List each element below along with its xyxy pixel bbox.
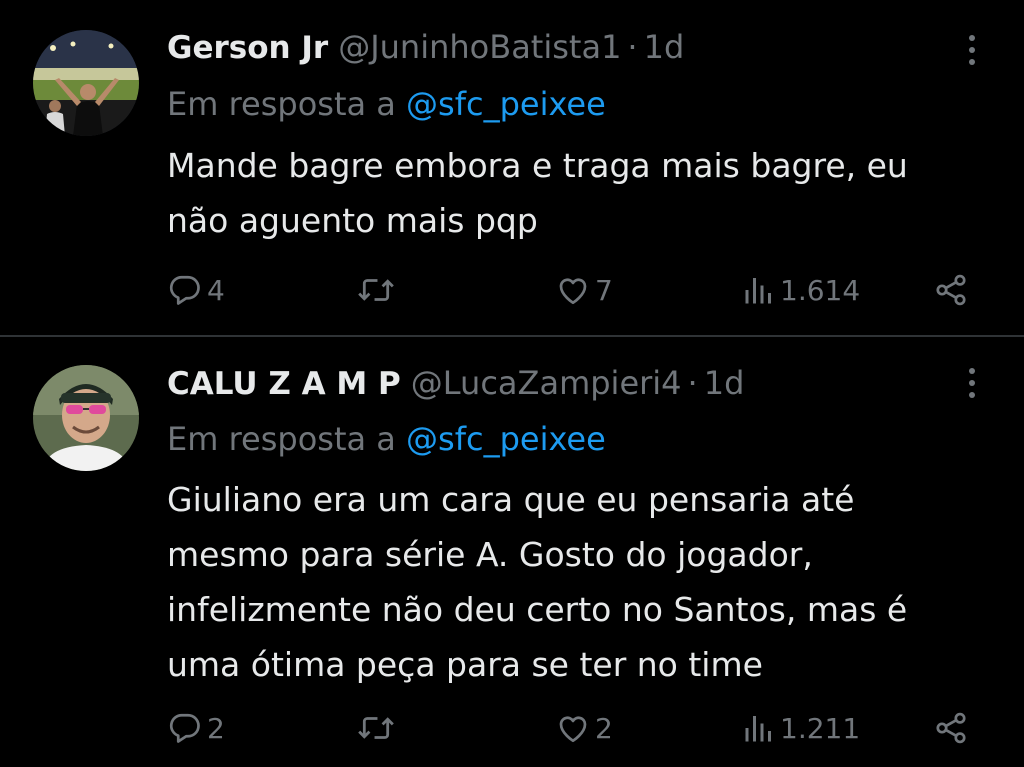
tweet-text-line: Mande bagre embora e traga mais bagre, e… — [167, 146, 908, 185]
stadium-avatar-icon — [33, 30, 139, 136]
reply-context: Em resposta a @sfc_peixee — [167, 419, 606, 459]
heart-icon — [559, 278, 587, 305]
timestamp[interactable]: 1d — [704, 364, 745, 402]
tweet-header: Gerson Jr @JuninhoBatista1 · 1d — [167, 27, 684, 68]
display-name[interactable]: Gerson Jr — [167, 30, 328, 66]
share-icon — [936, 712, 966, 744]
more-icon[interactable] — [968, 35, 976, 69]
retweet-button[interactable] — [357, 268, 399, 312]
tweet-header: CALU Z A M P @LucaZampieri4 · 1d — [167, 363, 744, 404]
action-bar: 2 2 1.211 — [167, 706, 977, 750]
like-count: 7 — [595, 273, 613, 307]
action-bar: 4 7 1.614 — [167, 268, 977, 312]
tweet-text-line: mesmo para série A. Gosto do jogador, — [167, 535, 813, 574]
like-count: 2 — [595, 711, 613, 745]
share-icon — [936, 274, 966, 306]
heart-icon — [559, 716, 587, 743]
user-handle[interactable]: @LucaZampieri4 — [411, 364, 682, 402]
reply-count: 2 — [207, 711, 225, 745]
more-icon[interactable] — [968, 368, 976, 402]
reply-mention-link[interactable]: @sfc_peixee — [406, 85, 606, 123]
display-name[interactable]: CALU Z A M P — [167, 366, 401, 402]
views-icon — [745, 278, 771, 304]
like-button[interactable]: 7 — [555, 268, 613, 312]
timestamp[interactable]: 1d — [644, 28, 685, 66]
like-button[interactable]: 2 — [555, 706, 613, 750]
avatar[interactable] — [33, 365, 139, 471]
person-avatar-icon — [33, 365, 139, 471]
retweet-icon — [358, 717, 394, 739]
reply-icon — [169, 275, 200, 305]
separator: · — [687, 364, 698, 402]
reply-prefix: Em resposta a — [167, 420, 396, 458]
tweet-text-line: infelizmente não deu certo no Santos, ma… — [167, 590, 908, 629]
separator: · — [627, 28, 638, 66]
retweet-icon — [358, 279, 394, 301]
tweet-text-line: uma ótima peça para se ter no time — [167, 645, 763, 684]
views-count: 1.211 — [780, 711, 861, 745]
reply-prefix: Em resposta a — [167, 85, 396, 123]
views-icon — [745, 716, 771, 742]
reply-context: Em resposta a @sfc_peixee — [167, 84, 606, 124]
tweet[interactable]: CALU Z A M P @LucaZampieri4 · 1d Em respost… — [0, 337, 1024, 767]
reply-mention-link[interactable]: @sfc_peixee — [406, 420, 606, 458]
reply-count: 4 — [207, 273, 225, 307]
share-button[interactable] — [933, 268, 969, 312]
tweet-text: Giuliano era um cara que eu pensaria até… — [167, 472, 987, 692]
views-button[interactable]: 1.211 — [742, 706, 860, 750]
tweet-text-line: não aguento mais pqp — [167, 201, 538, 240]
retweet-button[interactable] — [357, 706, 399, 750]
views-count: 1.614 — [780, 273, 861, 307]
user-handle[interactable]: @JuninhoBatista1 — [338, 28, 621, 66]
reply-button[interactable]: 4 — [167, 268, 225, 312]
reply-button[interactable]: 2 — [167, 706, 225, 750]
share-button[interactable] — [933, 706, 969, 750]
views-button[interactable]: 1.614 — [742, 268, 860, 312]
tweet-text-line: Giuliano era um cara que eu pensaria até — [167, 480, 855, 519]
avatar[interactable] — [33, 30, 139, 136]
tweet-text: Mande bagre embora e traga mais bagre, e… — [167, 138, 987, 248]
reply-icon — [169, 713, 200, 743]
tweet[interactable]: Gerson Jr @JuninhoBatista1 · 1d Em resposta… — [0, 0, 1024, 336]
